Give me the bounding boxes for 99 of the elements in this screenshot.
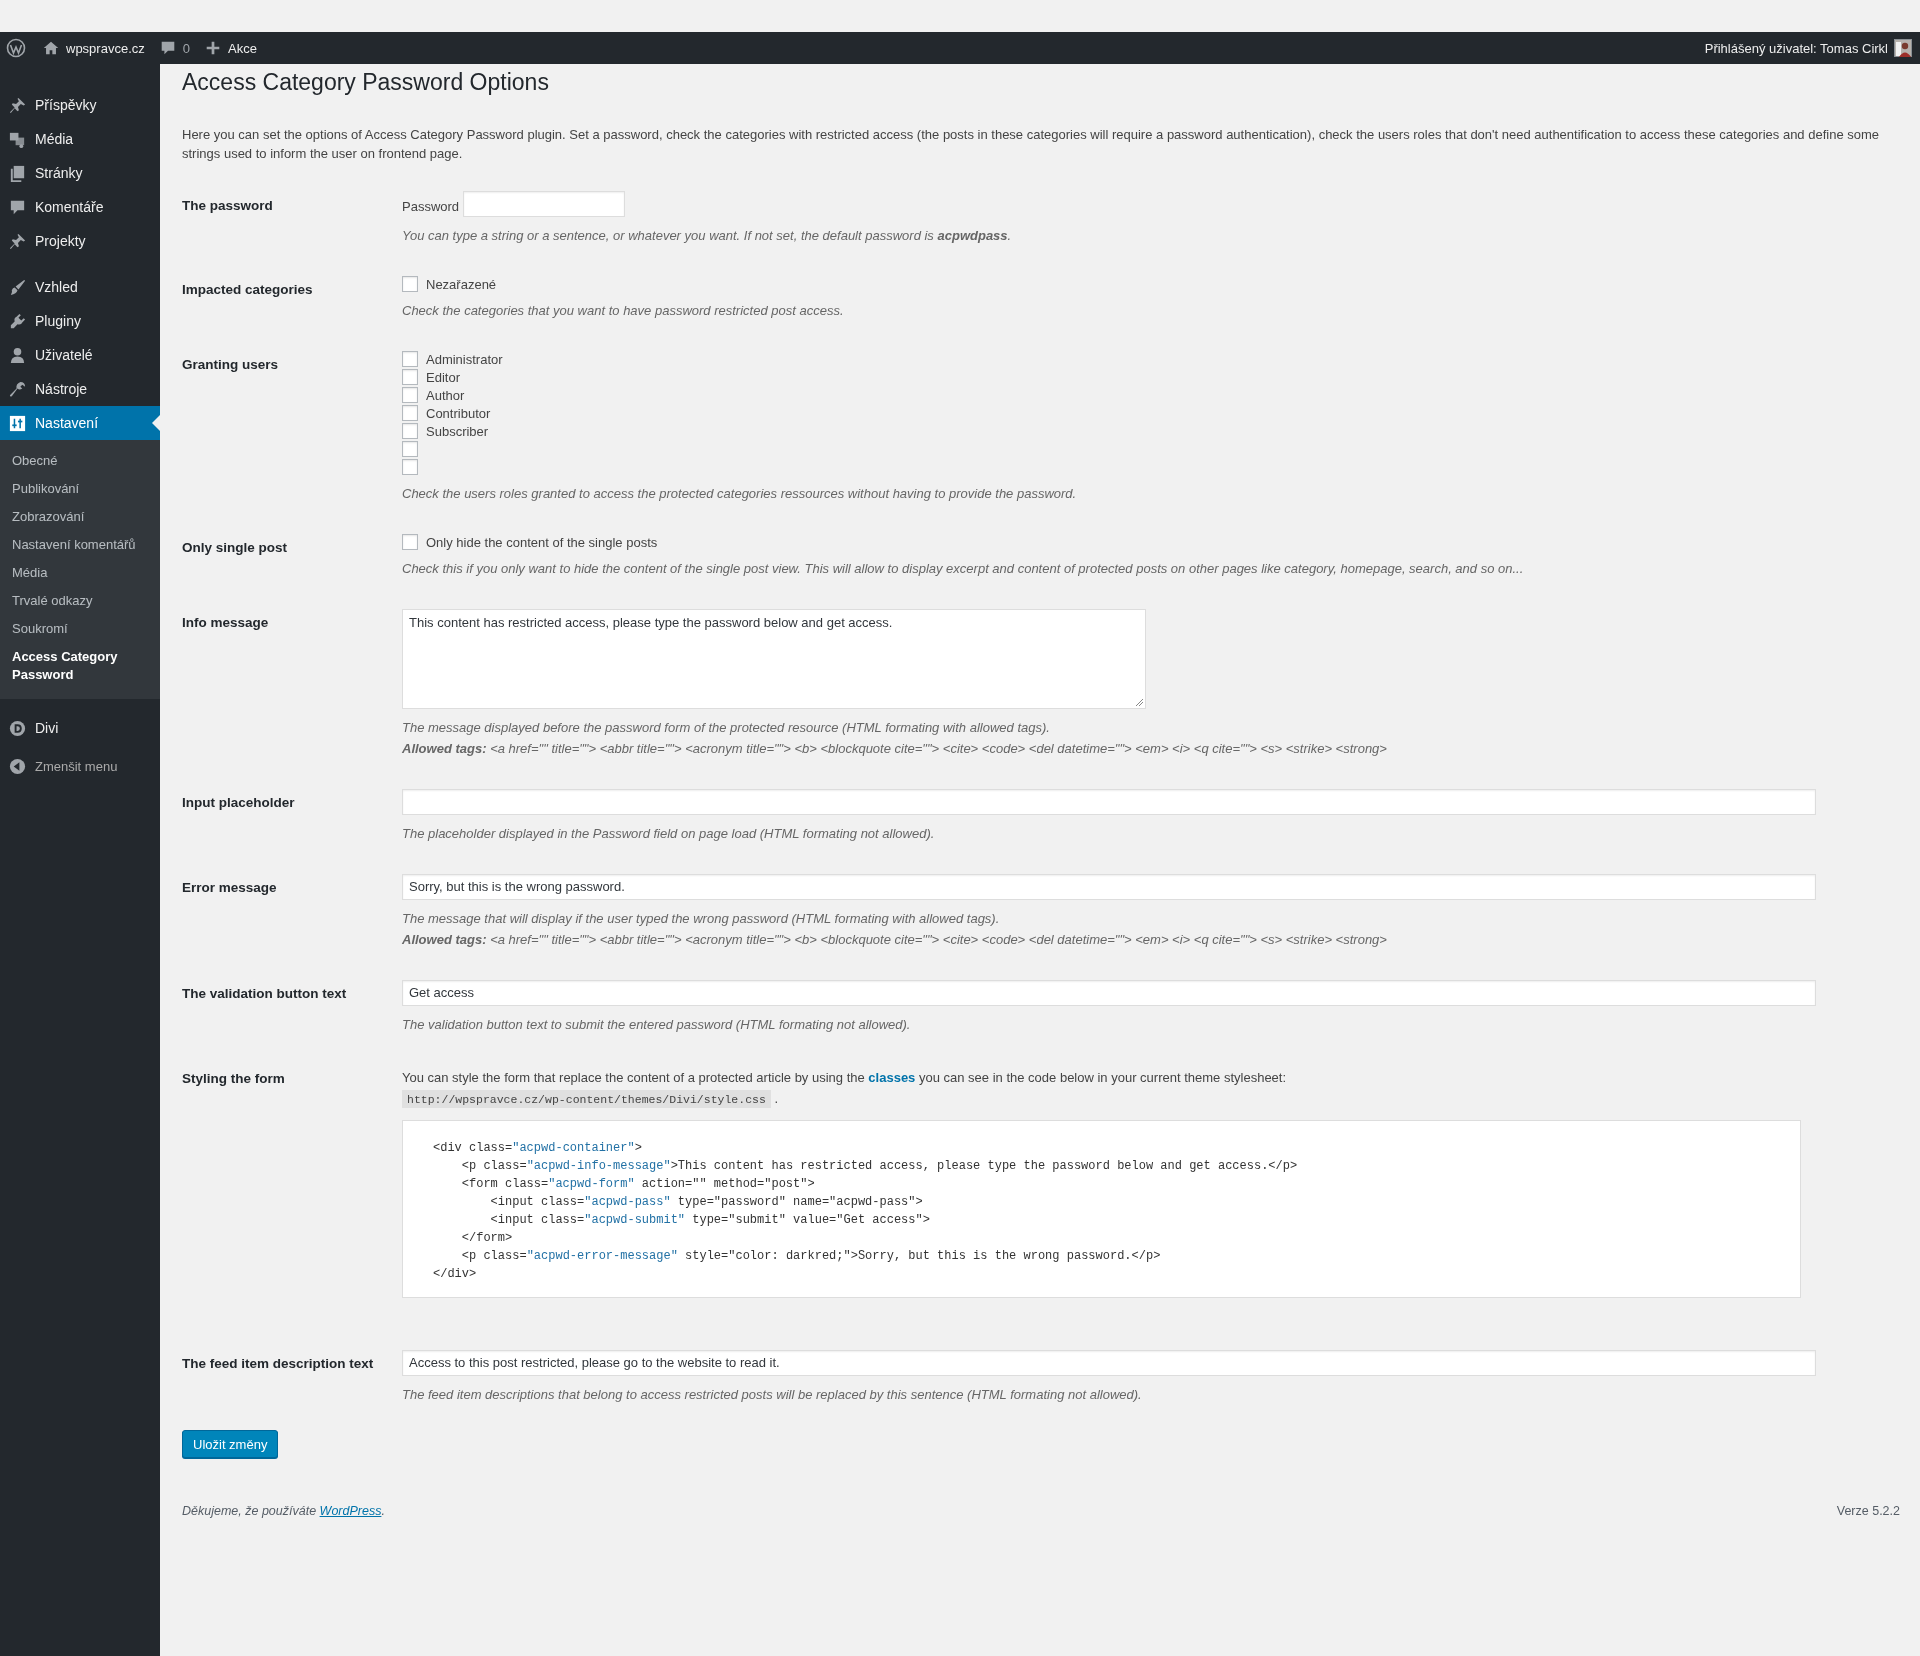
- checkbox[interactable]: [402, 405, 418, 421]
- sidebar-item[interactable]: Pluginy: [0, 304, 160, 338]
- sidebar-item[interactable]: Uživatelé: [0, 338, 160, 372]
- checkbox-label: Editor: [426, 369, 460, 385]
- sidebar-item[interactable]: Nástroje: [0, 372, 160, 406]
- sidebar-item[interactable]: Stránky: [0, 156, 160, 190]
- message-textarea[interactable]: This content has restricted access, please type the password below and get access.: [402, 609, 1146, 709]
- sidebar-item[interactable]: Komentáře: [0, 190, 160, 224]
- sidebar-item[interactable]: Média: [0, 122, 160, 156]
- sidebar-item[interactable]: Příspěvky: [0, 88, 160, 122]
- field-label: Info message: [182, 614, 270, 632]
- field-description: You can type a string or a sentence, or whatever you want. If not set, the default password is acpwdpass.: [402, 227, 1013, 245]
- version-text: Verze 5.2.2: [1836, 1504, 1900, 1518]
- sidebar-item[interactable]: Vzhled: [0, 270, 160, 304]
- field-description: Check this if you only want to hide the content of the single post view. This will allow to display excerpt and content of protected posts on other pages like category, homepage, search, and so on...: [402, 560, 1525, 578]
- pushpin-icon: [8, 95, 27, 115]
- field-label: The feed item description text: [182, 1355, 375, 1373]
- resize-handle-icon[interactable]: [1135, 698, 1143, 706]
- code-line: </form>: [460, 1230, 514, 1247]
- text-field[interactable]: [402, 789, 1816, 815]
- submenu-item[interactable]: Publikování: [0, 475, 160, 503]
- submenu-item[interactable]: Soukromí: [0, 615, 160, 643]
- field-label: Only single post: [182, 539, 288, 557]
- checkbox[interactable]: [402, 351, 418, 367]
- plug-icon: [8, 311, 27, 331]
- save-button[interactable]: Uložit změny: [182, 1430, 279, 1458]
- text-field[interactable]: Get access: [402, 980, 1816, 1006]
- submenu-item[interactable]: Média: [0, 559, 160, 587]
- comments-link[interactable]: 0: [158, 39, 190, 57]
- code-line: <div class="acpwd-container">: [433, 1140, 643, 1157]
- checkbox-label: Nezařazené: [426, 276, 497, 292]
- wrench-icon: [8, 379, 27, 399]
- checkbox-label: Administrator: [426, 351, 503, 367]
- pointer-notch: [152, 415, 160, 431]
- field-label: Impacted categories: [182, 281, 314, 299]
- field-description: Check the users roles granted to access the protected categories ressources without having to provide the password.: [402, 485, 1078, 503]
- text-field[interactable]: Sorry, but this is the wrong password.: [402, 874, 1816, 900]
- checkbox[interactable]: [402, 459, 418, 475]
- checkbox[interactable]: [402, 369, 418, 385]
- field-description: The message displayed before the password form of the protected resource (HTML formating with allowed tags).: [402, 719, 1051, 737]
- checkbox-label: Contributor: [426, 405, 491, 421]
- code-line: <input class="acpwd-submit" type="submit" value="Get access">: [489, 1212, 931, 1229]
- intro-text: Here you can set the options of Access Category Password plugin. Set a password, check the categories with restricted access (the posts in these categories will require a password authentication), check the users roles that don't need authentification to access these categories and define some strings used to inform the user on frontend page.: [182, 126, 1881, 163]
- code-line: <form class="acpwd-form" action="" method="post">: [460, 1176, 816, 1193]
- submenu-item[interactable]: Obecné: [0, 447, 160, 475]
- stylesheet-path: http://wpspravce.cz/wp-content/themes/Divi/style.css .: [402, 1091, 1890, 1106]
- user-account-link[interactable]: Přihlášený uživatel: Tomas Cirkl: [1704, 40, 1888, 56]
- footer-thanks-text: Děkujeme, že používáte WordPress.: [182, 1504, 385, 1518]
- home-icon: [42, 39, 60, 57]
- styling-description: You can style the form that replace the content of a protected article by using the classes you can see in the code below in your current theme stylesheet:: [402, 1069, 1288, 1087]
- pages-icon: [8, 163, 27, 183]
- checkbox[interactable]: [402, 534, 418, 550]
- checkbox-label: Author: [426, 387, 465, 403]
- field-label: The password: [182, 197, 274, 215]
- checkbox[interactable]: [402, 276, 418, 292]
- checkbox-label: Subscriber: [426, 423, 489, 439]
- new-content-link[interactable]: Akce: [204, 39, 257, 57]
- field-description: The placeholder displayed in the Password field on page load (HTML formating not allowed).: [402, 825, 936, 843]
- code-line: <input class="acpwd-pass" type="password" name="acpwd-pass">: [489, 1194, 924, 1211]
- page-title: Access Category Password Options: [182, 68, 550, 97]
- left-arrow-circle-icon: [8, 756, 27, 776]
- allowed-tags-text: Allowed tags: <a href="" title=""> <abbr title=""> <acronym title=""> <b> <blockquote cite=""> <cite> <code> <del datetime=""> <em> <i> <q cite=""> <s> <strike> <strong>: [402, 931, 1388, 949]
- checkbox[interactable]: [402, 423, 418, 439]
- password-field[interactable]: [463, 191, 626, 217]
- collapse-menu-button[interactable]: Zmenšit menu: [0, 749, 160, 783]
- sidebar-item[interactable]: Nastavení: [0, 406, 160, 440]
- wordpress-logo-icon[interactable]: [6, 38, 26, 58]
- checkbox-label: Only hide the content of the single posts: [426, 534, 658, 550]
- field-label: The validation button text: [182, 985, 348, 1003]
- paintbrush-icon: [8, 277, 27, 297]
- sidebar-item[interactable]: Projekty: [0, 224, 160, 258]
- field-label: Input placeholder: [182, 794, 296, 812]
- checkbox[interactable]: [402, 441, 418, 457]
- classes-link[interactable]: classes: [868, 1070, 916, 1085]
- code-line: <p class="acpwd-error-message" style="color: darkred;">Sorry, but this is the wrong password.</p>: [460, 1248, 1162, 1265]
- field-description: Check the categories that you want to have password restricted post access.: [402, 302, 845, 320]
- checkbox[interactable]: [402, 387, 418, 403]
- field-label: Styling the form: [182, 1070, 286, 1088]
- field-label: Error message: [182, 879, 278, 897]
- code-line: </div>: [433, 1266, 478, 1283]
- submenu-item[interactable]: Trvalé odkazy: [0, 587, 160, 615]
- field-description: The feed item descriptions that belong to access restricted posts will be replaced by this sentence (HTML formating not allowed).: [402, 1386, 1143, 1404]
- submenu-item[interactable]: Nastavení komentářů: [0, 531, 160, 559]
- submenu-item[interactable]: Zobrazování: [0, 503, 160, 531]
- sliders-icon: [8, 413, 27, 433]
- sidebar-item[interactable]: Divi: [0, 711, 160, 745]
- code-line: <p class="acpwd-info-message">This content has restricted access, please type the password below and get access.</p>: [460, 1158, 1299, 1175]
- site-link[interactable]: wpspravce.cz: [42, 39, 145, 57]
- text-field[interactable]: Access to this post restricted, please go to the website to read it.: [402, 1350, 1816, 1376]
- round-d-icon: [8, 718, 27, 738]
- pushpin-icon: [8, 231, 27, 251]
- password-label: Password: [402, 197, 460, 214]
- field-description: The message that will display if the user typed the wrong password (HTML formating with allowed tags).: [402, 910, 1001, 928]
- user-icon: [8, 345, 27, 365]
- submenu-item[interactable]: Access Category Password: [0, 643, 160, 689]
- field-description: The validation button text to submit the entered password (HTML formating not allowed).: [402, 1016, 912, 1034]
- plus-icon: [204, 39, 222, 57]
- field-label: Granting users: [182, 356, 280, 374]
- allowed-tags-text: Allowed tags: <a href="" title=""> <abbr title=""> <acronym title=""> <b> <blockquote cite=""> <cite> <code> <del datetime=""> <em> <i> <q cite=""> <s> <strike> <strong>: [402, 740, 1388, 758]
